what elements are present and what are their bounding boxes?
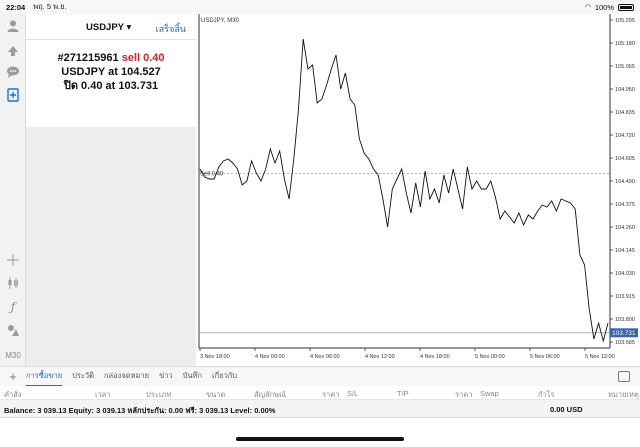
y-tick-label: 104.720	[615, 133, 635, 139]
price-series-line	[199, 38, 609, 343]
y-tick-label: 103.685	[615, 340, 635, 346]
tab-2[interactable]: กล่องจดหมาย	[104, 367, 149, 386]
order-panel-background	[26, 127, 196, 366]
chart-title: USDJPY, M30	[201, 18, 240, 24]
order-action: sell 0.40	[121, 52, 165, 64]
status-time: 22:04	[6, 2, 26, 12]
y-axis-ticks: 105.295 105.180 105.065 104.950 104.835 104.7…	[610, 18, 635, 346]
battery-icon	[618, 3, 634, 11]
column-header-6[interactable]: S/L	[347, 389, 358, 398]
y-tick-label: 104.835	[615, 110, 635, 116]
x-tick-label: 5 Nov 00:00	[475, 354, 505, 360]
order-panel: USDJPY ▾ เสร็จสิ้น #271215961 sell 0.40 …	[26, 14, 196, 127]
balance-row: Balance: 3 039.13 Equity: 3 039.13 หลักป…	[0, 400, 640, 418]
candles-icon[interactable]	[3, 273, 23, 293]
order-ticket: #271215961	[57, 52, 119, 64]
y-tick-label: 104.950	[615, 87, 635, 93]
y-tick-label: 104.375	[615, 202, 635, 208]
x-tick-label: 3 Nov 18:00	[200, 354, 230, 360]
indicators-icon[interactable]: ƒ	[3, 297, 23, 317]
y-tick-label: 104.030	[615, 271, 635, 277]
account-icon[interactable]	[3, 16, 23, 36]
open-price: 104.527	[120, 66, 161, 78]
y-tick-label: 104.145	[615, 248, 635, 254]
status-bar: 22:04 พฤ. 5 พ.ย. ◠ 100%	[0, 0, 640, 14]
balance-text: Balance: 3 039.13 Equity: 3 039.13 หลักป…	[4, 406, 276, 415]
toolbox-tabs: + การซื้อขาย ประวัติ กล่องจดหมาย ข่าว บันทึก…	[0, 366, 640, 386]
done-button[interactable]: เสร็จสิ้น	[156, 22, 186, 36]
y-tick-label: 104.605	[615, 156, 635, 162]
y-tick-label: 105.180	[615, 41, 635, 47]
chat-icon[interactable]	[3, 62, 23, 82]
x-tick-label: 4 Nov 06:00	[310, 354, 340, 360]
crosshair-icon[interactable]	[3, 250, 23, 270]
left-toolbar: ƒ M30	[0, 14, 26, 366]
home-indicator	[236, 437, 404, 441]
y-tick-label: 105.065	[615, 64, 635, 70]
tab-4[interactable]: บันทึก	[183, 367, 202, 386]
x-tick-label: 4 Nov 12:00	[365, 354, 395, 360]
column-header-9[interactable]: Swap	[480, 389, 499, 398]
price-chart[interactable]: USDJPY, M30 105.295 105.180 105.065 104.950…	[197, 14, 640, 366]
new-order-icon[interactable]	[3, 85, 23, 105]
y-tick-label: 103.915	[615, 294, 635, 300]
chart-svg: USDJPY, M30 105.295 105.180 105.065 104.950…	[198, 14, 638, 360]
y-tick-label: 105.295	[615, 18, 635, 24]
close-price: 103.731	[118, 80, 159, 92]
tab-1[interactable]: ประวัติ	[72, 367, 94, 386]
y-tick-label: 103.800	[615, 317, 635, 323]
timeframe-button[interactable]: M30	[2, 351, 24, 360]
open-price-label: USDJPY at	[61, 66, 118, 78]
symbol-selector[interactable]: USDJPY ▾	[86, 22, 131, 33]
tab-0[interactable]: การซื้อขาย	[26, 367, 63, 386]
add-icon[interactable]: +	[0, 369, 26, 384]
x-tick-label: 5 Nov 06:00	[530, 354, 560, 360]
tab-3[interactable]: ข่าว	[159, 367, 173, 386]
x-tick-label: 4 Nov 00:00	[255, 354, 285, 360]
x-tick-label: 5 Nov 12:00	[585, 354, 615, 360]
y-tick-label: 104.260	[615, 225, 635, 231]
status-date: พฤ. 5 พ.ย.	[33, 2, 67, 11]
column-header-7[interactable]: T/P	[397, 389, 409, 398]
x-tick-label: 4 Nov 18:00	[420, 354, 450, 360]
order-summary: #271215961 sell 0.40 USDJPY at 104.527 ป…	[26, 40, 196, 93]
toolbox-toggle-icon[interactable]	[618, 371, 630, 382]
tab-5[interactable]: เกี่ยวกับ	[212, 367, 237, 386]
close-price-label: ปิด 0.40 at	[63, 80, 116, 92]
objects-icon[interactable]	[3, 320, 23, 340]
total-profit: 0.00 USD	[550, 405, 583, 414]
current-price-tag-label: 103.731	[612, 330, 636, 337]
battery-percent: 100%	[594, 2, 614, 12]
x-axis-ticks: 3 Nov 18:00 4 Nov 00:00 4 Nov 06:00 4 Nov 1…	[199, 348, 615, 360]
trade-arrows-icon[interactable]	[3, 40, 23, 60]
trade-table-header: คำสั่ง เวลา ประเภท ขนาด สัญลักษณ์ ราคา S/L T/P ร…	[0, 386, 640, 400]
wifi-icon: ◠	[584, 4, 591, 11]
y-tick-label: 104.490	[615, 179, 635, 185]
